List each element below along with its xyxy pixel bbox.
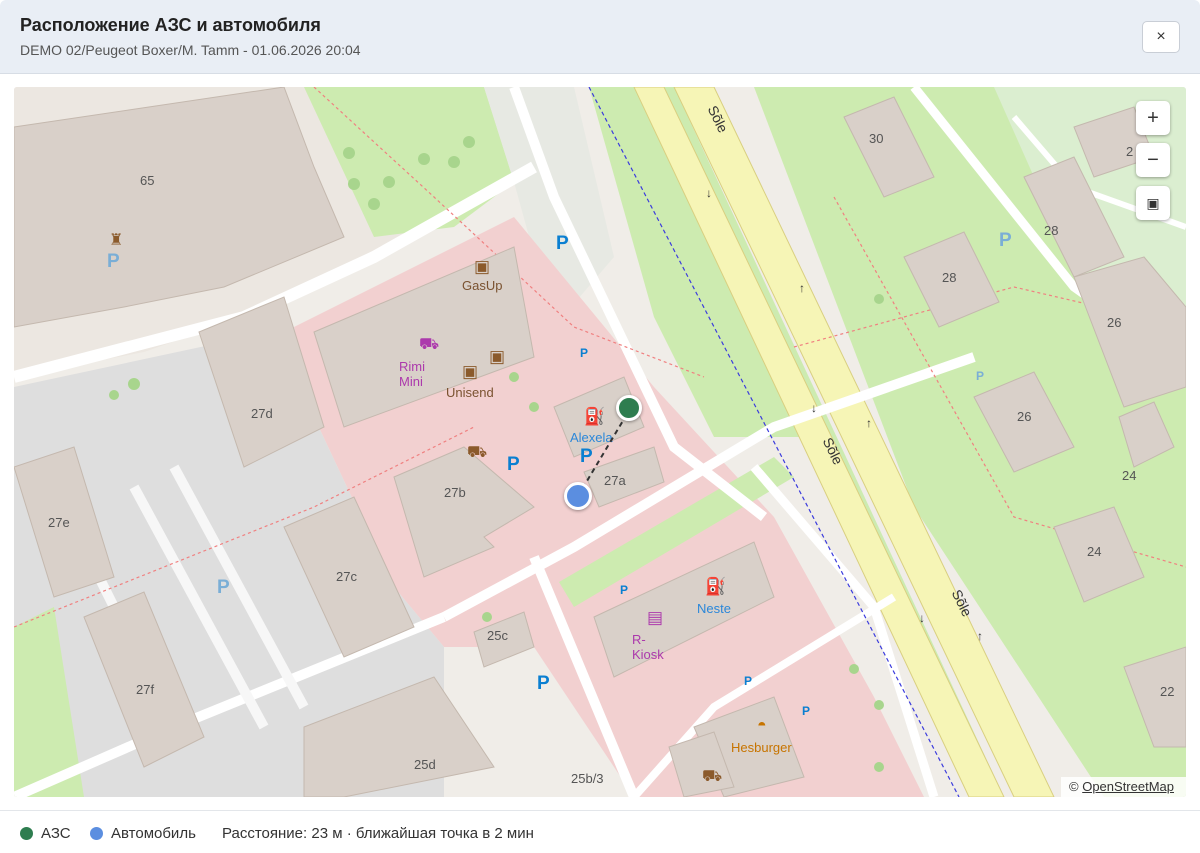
vehicle-dot-icon (90, 827, 103, 840)
legend-vehicle: Автомобиль (90, 825, 196, 842)
map-legend: АЗС Автомобиль Расстояние: 23 м · ближай… (0, 810, 1200, 853)
dialog-title: Расположение АЗС и автомобиля (20, 15, 321, 35)
attribution-prefix: © (1069, 779, 1079, 794)
distance-text: Расстояние: 23 м · ближайшая точка в 2 м… (222, 825, 534, 842)
map-attribution: © OpenStreetMap (1061, 777, 1186, 797)
dialog-subtitle: DEMO 02/Peugeot Boxer/M. Tamm - 01.06.20… (20, 42, 361, 58)
vehicle-marker[interactable] (564, 482, 592, 510)
distance-line (577, 408, 631, 497)
station-marker[interactable] (616, 395, 642, 421)
close-button[interactable]: × (1142, 21, 1180, 53)
zoom-out-button[interactable]: − (1136, 143, 1170, 177)
legend-station: АЗС (20, 825, 71, 842)
distance-info: Расстояние: 23 м · ближайшая точка в 2 м… (222, 825, 534, 842)
station-location-dialog: Расположение АЗС и автомобиля DEMO 02/Pe… (0, 0, 1200, 853)
map-view[interactable]: ↓ ↑ ↓ ↑ ↓ ↑ 65 30 2 28 28 26 26 24 24 22 27d… (14, 87, 1186, 797)
legend-vehicle-label: Автомобиль (111, 825, 196, 842)
station-dot-icon (20, 827, 33, 840)
osm-link[interactable]: OpenStreetMap (1082, 779, 1174, 794)
fit-bounds-button[interactable]: ▣ (1136, 186, 1170, 220)
legend-station-label: АЗС (41, 825, 71, 842)
dialog-header: Расположение АЗС и автомобиля DEMO 02/Pe… (0, 0, 1200, 74)
route-overlay (577, 408, 631, 497)
zoom-in-button[interactable]: + (1136, 101, 1170, 135)
